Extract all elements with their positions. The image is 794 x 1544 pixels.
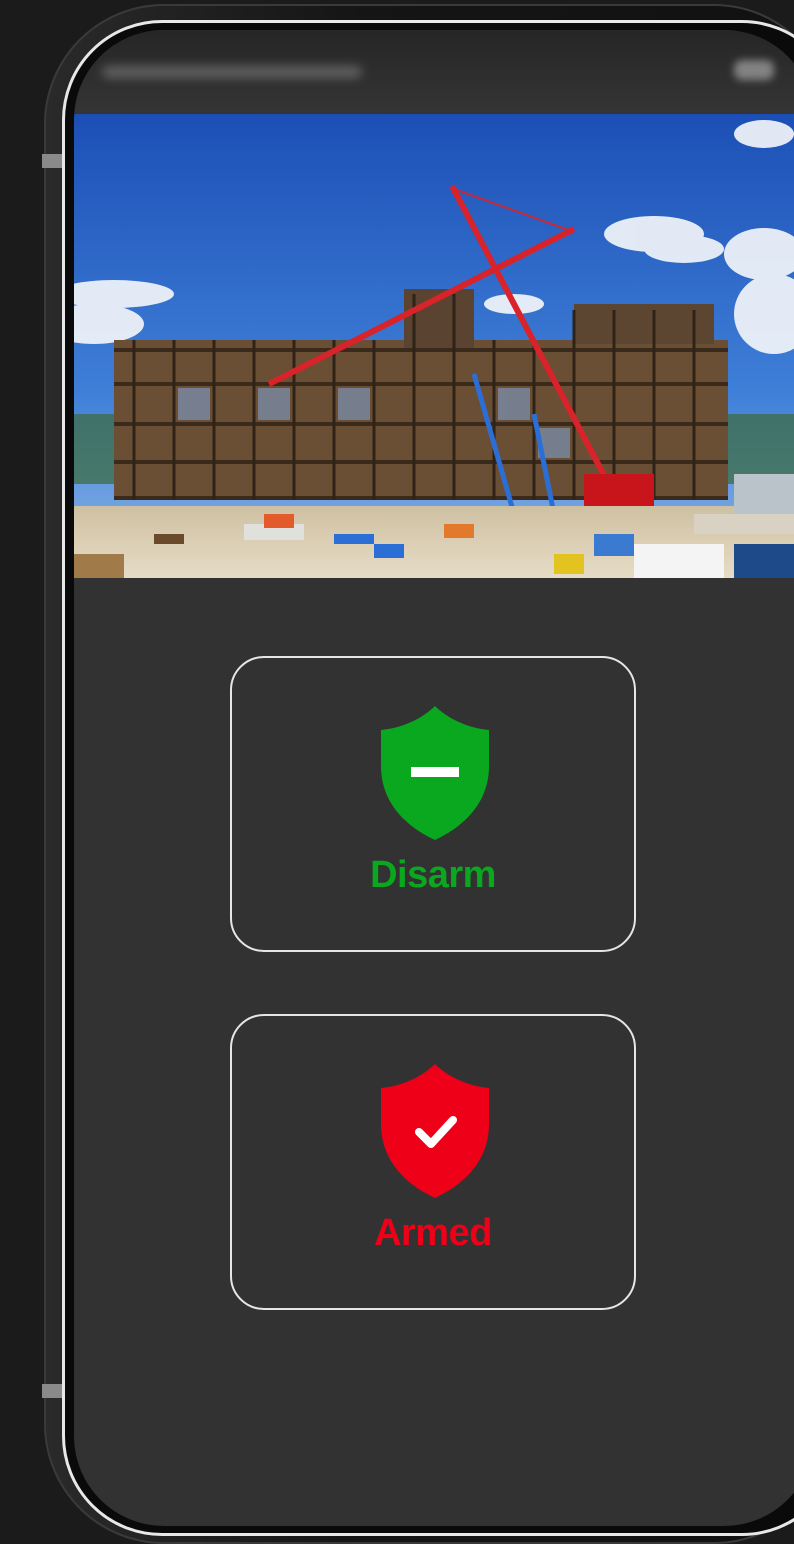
armed-button[interactable]: Armed — [230, 1014, 636, 1310]
status-bar-left — [102, 66, 362, 78]
disarm-button[interactable]: Disarm — [230, 656, 636, 952]
app-canvas: Disarm Armed — [0, 0, 794, 1544]
armed-label: Armed — [374, 1212, 492, 1254]
side-button-bottom — [42, 1384, 62, 1398]
shield-minus-icon — [381, 706, 489, 840]
side-button-top — [42, 154, 62, 168]
construction-site-photo — [74, 114, 794, 578]
status-bar — [74, 30, 794, 114]
status-bar-right — [734, 60, 774, 80]
disarm-label: Disarm — [370, 854, 496, 896]
shield-check-icon — [381, 1064, 489, 1198]
phone-screen: Disarm Armed — [74, 30, 794, 1526]
